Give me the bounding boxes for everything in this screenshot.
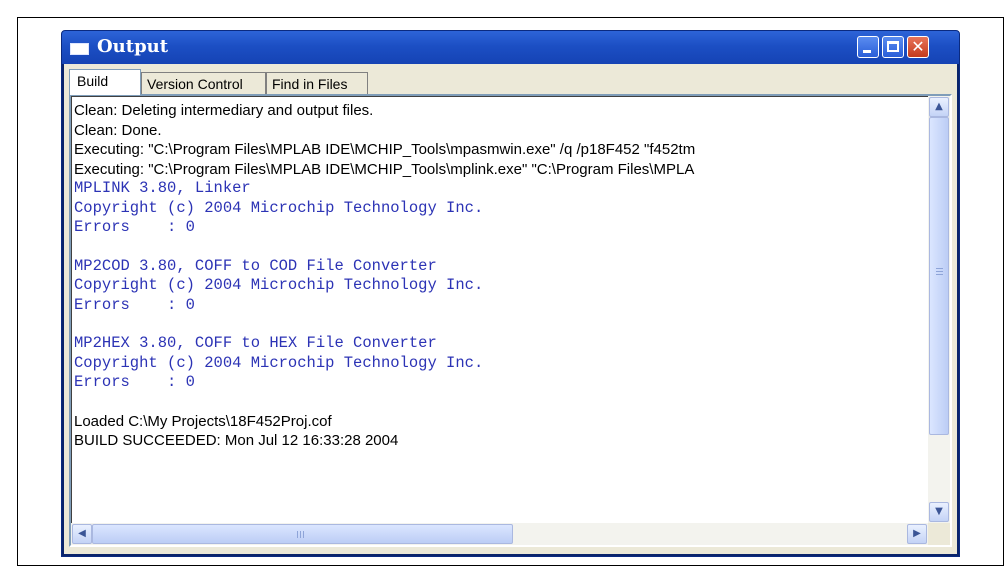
- close-button[interactable]: ✕: [907, 36, 929, 58]
- vertical-scrollbar[interactable]: ▲ ▼: [928, 96, 950, 523]
- minimize-button[interactable]: [857, 36, 879, 58]
- output-line: Copyright (c) 2004 Microchip Technology …: [74, 276, 484, 294]
- output-line: Clean: Done.: [74, 121, 162, 139]
- tab-find-in-files[interactable]: Find in Files: [266, 72, 368, 94]
- tab-version-control[interactable]: Version Control: [141, 72, 266, 94]
- output-line: MP2COD 3.80, COFF to COD File Converter: [74, 256, 437, 275]
- output-window: Output ✕ Build Version Control Find in F…: [61, 30, 960, 557]
- vertical-scroll-thumb[interactable]: [929, 117, 949, 435]
- build-output-panel[interactable]: Clean: Deleting intermediary and output …: [69, 94, 952, 547]
- output-line: Executing: "C:\Program Files\MPLAB IDE\M…: [74, 160, 695, 178]
- scroll-up-button[interactable]: ▲: [929, 97, 949, 117]
- output-line: Copyright (c) 2004 Microchip Technology …: [74, 198, 484, 217]
- horizontal-scrollbar[interactable]: ◀ ▶: [71, 523, 928, 545]
- output-line: MPLINK 3.80, Linker: [74, 179, 251, 197]
- grip-icon: [297, 531, 305, 538]
- maximize-button[interactable]: [882, 36, 904, 58]
- scrollbar-corner: [928, 523, 950, 545]
- title-bar[interactable]: Output ✕: [62, 31, 959, 64]
- arrow-down-icon: ▼: [935, 506, 943, 517]
- scroll-down-button[interactable]: ▼: [929, 502, 949, 522]
- output-line: BUILD SUCCEEDED: Mon Jul 12 16:33:28 200…: [74, 432, 399, 449]
- tab-build[interactable]: Build: [69, 69, 141, 95]
- window-title: Output: [97, 36, 169, 57]
- output-line: Executing: "C:\Program Files\MPLAB IDE\M…: [74, 141, 696, 158]
- scroll-right-button[interactable]: ▶: [907, 524, 927, 544]
- maximize-icon: [887, 41, 899, 52]
- grip-icon: [936, 268, 943, 276]
- minimize-icon: [863, 50, 871, 53]
- arrow-up-icon: ▲: [935, 101, 943, 112]
- window-icon: [70, 43, 89, 55]
- arrow-left-icon: ◀: [78, 528, 86, 539]
- output-text-area[interactable]: Clean: Deleting intermediary and output …: [74, 101, 922, 501]
- output-line: Clean: Deleting intermediary and output …: [74, 102, 374, 119]
- output-line: MP2HEX 3.80, COFF to HEX File Converter: [74, 334, 437, 352]
- output-line: Copyright (c) 2004 Microchip Technology …: [74, 353, 484, 372]
- output-line: Loaded C:\My Projects\18F452Proj.cof: [74, 412, 332, 430]
- window-client-area: Build Version Control Find in Files Clea…: [64, 64, 957, 554]
- arrow-right-icon: ▶: [913, 528, 921, 539]
- horizontal-scroll-thumb[interactable]: [92, 524, 513, 544]
- scroll-left-button[interactable]: ◀: [72, 524, 92, 544]
- output-line: Errors : 0: [74, 295, 195, 314]
- close-icon: ✕: [911, 37, 925, 56]
- output-line: Errors : 0: [74, 373, 195, 391]
- output-line: Errors : 0: [74, 218, 195, 236]
